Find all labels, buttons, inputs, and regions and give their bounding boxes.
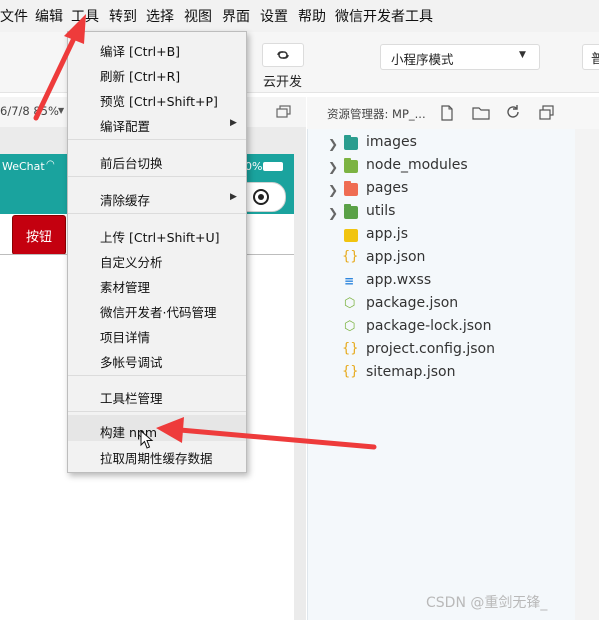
folder-utils-icon <box>344 204 358 219</box>
json-file-icon: {} <box>342 364 359 379</box>
tools-menu: 编译 [Ctrl+B] 刷新 [Ctrl+R] 预览 [Ctrl+Shift+P… <box>67 31 247 473</box>
menu-item-clear-cache[interactable]: 清除缓存 <box>100 190 150 209</box>
tree-item-project-config-json[interactable]: {} project.config.json <box>308 340 576 362</box>
tree-item-pages[interactable]: ❯ pages <box>308 179 576 201</box>
tree-item-app-wxss[interactable]: ≡ app.wxss <box>308 271 576 293</box>
new-file-icon[interactable] <box>439 105 455 121</box>
menu-separator <box>68 375 246 376</box>
submenu-arrow-icon: ▶ <box>230 192 237 202</box>
battery-percent: 0% <box>245 160 263 173</box>
collapse-all-icon[interactable] <box>539 105 555 121</box>
menu-item-upload[interactable]: 上传 [Ctrl+Shift+U] <box>100 227 219 246</box>
menu-item-assets[interactable]: 素材管理 <box>100 277 150 296</box>
menu-help[interactable]: 帮助 <box>298 6 326 26</box>
tree-item-label: sitemap.json <box>366 364 456 380</box>
tree-item-label: app.json <box>366 249 426 265</box>
device-selector[interactable]: 6/7/8 85% <box>0 104 59 118</box>
menu-item-custom-analysis[interactable]: 自定义分析 <box>100 252 163 271</box>
js-file-icon <box>344 229 358 242</box>
chevron-right-icon: ❯ <box>328 206 339 220</box>
menu-file[interactable]: 文件 <box>0 6 28 26</box>
chevron-right-icon: ❯ <box>328 160 339 174</box>
tree-item-label: node_modules <box>366 157 468 173</box>
menu-goto[interactable]: 转到 <box>109 6 137 26</box>
menu-item-compile-config[interactable]: 编译配置 <box>100 116 150 135</box>
mode-select[interactable]: 小程序模式 ▼ <box>380 44 540 70</box>
battery-icon <box>263 162 283 171</box>
menu-tools[interactable]: 工具 <box>71 6 99 26</box>
cloud-dev-label: 云开发 <box>263 75 303 90</box>
tree-item-package-lock-json[interactable]: ⬡ package-lock.json <box>308 317 576 339</box>
caret-down-icon: ▼ <box>58 106 65 115</box>
demo-button[interactable]: 按钮 <box>12 215 66 255</box>
tree-item-node-modules[interactable]: ❯ node_modules <box>308 156 576 178</box>
folder-pages-icon <box>344 181 358 196</box>
tree-item-images[interactable]: ❯ images <box>308 133 576 155</box>
tree-item-label: pages <box>366 180 409 196</box>
tree-item-label: project.config.json <box>366 341 495 357</box>
tree-item-label: package-lock.json <box>366 318 492 334</box>
node-file-icon: ⬡ <box>344 319 356 334</box>
wifi-icon: ◠ <box>46 159 55 170</box>
popout-window-icon[interactable] <box>276 104 292 120</box>
css-file-icon: ≡ <box>344 274 355 288</box>
file-explorer: ❯ images ❯ node_modules ❯ pages ❯ utils … <box>307 129 577 620</box>
new-folder-icon[interactable] <box>472 105 490 121</box>
tree-item-label: app.js <box>366 226 408 242</box>
toolbar-button-cut[interactable]: 普 <box>582 44 599 70</box>
cloud-dev-button[interactable] <box>262 43 304 67</box>
status-carrier: WeChat <box>2 160 45 173</box>
tree-item-package-json[interactable]: ⬡ package.json <box>308 294 576 316</box>
menu-item-multi-account[interactable]: 多帐号调试 <box>100 352 163 371</box>
chevron-right-icon: ❯ <box>328 137 339 151</box>
tree-item-app-js[interactable]: app.js <box>308 225 576 247</box>
menu-select[interactable]: 选择 <box>146 6 174 26</box>
tree-item-label: app.wxss <box>366 272 432 288</box>
chevron-right-icon: ❯ <box>328 183 339 197</box>
explorer-header: 资源管理器: MP_... <box>307 97 599 129</box>
menu-item-bg-switch[interactable]: 前后台切换 <box>100 153 163 172</box>
menu-separator <box>68 213 246 214</box>
mode-select-value: 小程序模式 <box>391 52 454 67</box>
menu-view[interactable]: 视图 <box>184 6 212 26</box>
folder-images-icon <box>344 135 358 150</box>
menu-item-code-management[interactable]: 微信开发者·代码管理 <box>100 302 216 321</box>
menu-item-preview[interactable]: 预览 [Ctrl+Shift+P] <box>100 91 218 110</box>
menu-edit[interactable]: 编辑 <box>35 6 63 26</box>
menu-separator <box>68 139 246 140</box>
tree-item-label: images <box>366 134 417 150</box>
toolbar-button-cut-label: 普 <box>591 52 599 67</box>
menu-bar: 文件 编辑 工具 转到 选择 视图 界面 设置 帮助 微信开发者工具 <box>0 0 599 32</box>
node-file-icon: ⬡ <box>344 296 356 311</box>
menu-ui[interactable]: 界面 <box>222 6 250 26</box>
menu-item-pull-cache[interactable]: 拉取周期性缓存数据 <box>100 448 213 467</box>
caret-down-icon: ▼ <box>519 50 526 60</box>
menu-item-refresh[interactable]: 刷新 [Ctrl+R] <box>100 66 180 85</box>
explorer-title: 资源管理器: MP_... <box>327 107 426 121</box>
close-circle-icon[interactable] <box>253 189 269 205</box>
cloud-link-icon <box>277 51 289 59</box>
menu-item-toolbar-management[interactable]: 工具栏管理 <box>100 388 163 407</box>
menu-settings[interactable]: 设置 <box>260 6 288 26</box>
submenu-arrow-icon: ▶ <box>230 118 237 128</box>
refresh-icon[interactable] <box>505 104 521 120</box>
menu-separator <box>68 176 246 177</box>
menu-separator <box>68 411 246 412</box>
json-file-icon: {} <box>342 249 359 264</box>
right-gutter <box>575 129 599 620</box>
menu-item-compile[interactable]: 编译 [Ctrl+B] <box>100 41 180 60</box>
watermark: CSDN @重剑无锋_ <box>426 595 548 611</box>
tree-item-app-json[interactable]: {} app.json <box>308 248 576 270</box>
folder-node-icon <box>344 158 358 173</box>
menu-item-project-details[interactable]: 项目详情 <box>100 327 150 346</box>
tree-item-sitemap-json[interactable]: {} sitemap.json <box>308 363 576 385</box>
mouse-cursor-icon <box>140 430 154 449</box>
tree-item-utils[interactable]: ❯ utils <box>308 202 576 224</box>
tree-item-label: package.json <box>366 295 459 311</box>
tree-item-label: utils <box>366 203 396 219</box>
menu-devtools[interactable]: 微信开发者工具 <box>335 6 433 26</box>
json-file-icon: {} <box>342 341 359 356</box>
